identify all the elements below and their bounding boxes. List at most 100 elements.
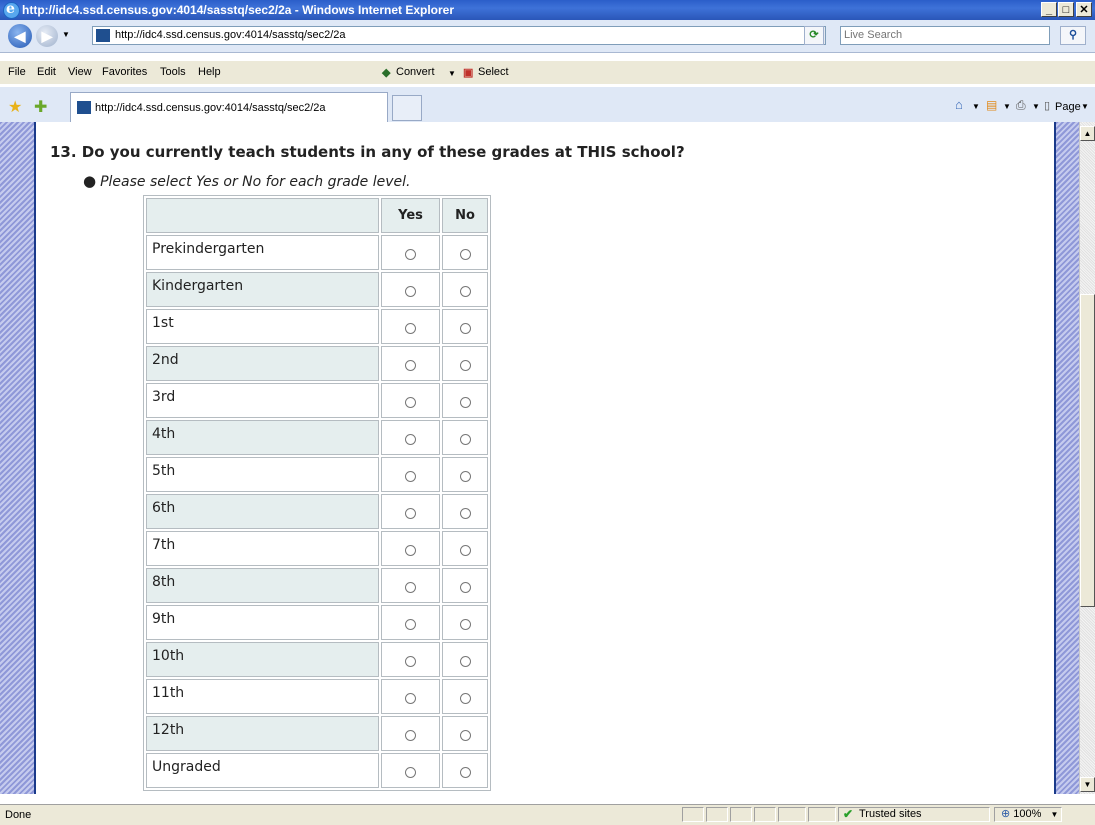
yes-radio[interactable] [405, 359, 416, 371]
yes-radio[interactable] [405, 470, 416, 482]
page-icon: ▯ [1044, 100, 1051, 112]
zoom-control[interactable]: ⊕ 100% ▼ [994, 807, 1062, 822]
recent-pages-dropdown-icon[interactable]: ▼ [62, 30, 70, 39]
table-row: 12th [146, 716, 488, 751]
yes-radio[interactable] [405, 729, 416, 741]
right-border-pattern [1056, 122, 1079, 794]
search-button[interactable]: ⚲ [1060, 26, 1086, 45]
grade-label: 3rd [146, 383, 379, 418]
question-text: 13. Do you currently teach students in a… [50, 143, 685, 161]
security-zone[interactable]: ✔ Trusted sites [838, 807, 990, 822]
yes-radio[interactable] [405, 396, 416, 408]
close-button[interactable]: ✕ [1076, 2, 1092, 17]
menu-tools[interactable]: Tools [160, 66, 186, 78]
status-pane [778, 807, 806, 822]
tab-bar: ★ ✚ http://idc4.ssd.census.gov:4014/sass… [0, 86, 1095, 124]
no-cell [442, 235, 488, 270]
back-button[interactable]: ◀ [8, 24, 32, 48]
yes-radio[interactable] [405, 618, 416, 630]
select-button[interactable]: Select [478, 66, 509, 78]
table-row: 4th [146, 420, 488, 455]
scroll-thumb[interactable] [1080, 294, 1095, 607]
home-dropdown-icon[interactable]: ▼ [972, 102, 980, 111]
yes-radio[interactable] [405, 322, 416, 334]
zone-label: Trusted sites [859, 808, 922, 820]
grade-label: 5th [146, 457, 379, 492]
favorites-star-icon[interactable]: ★ [8, 97, 22, 117]
yes-radio[interactable] [405, 544, 416, 556]
vertical-scrollbar[interactable]: ▲ ▼ [1079, 122, 1095, 794]
yes-cell [381, 420, 440, 455]
feeds-icon[interactable]: ▤ [986, 98, 997, 112]
no-cell [442, 309, 488, 344]
forward-button[interactable]: ▶ [36, 25, 58, 47]
menu-edit[interactable]: Edit [37, 66, 56, 78]
table-row: 7th [146, 531, 488, 566]
table-row: 3rd [146, 383, 488, 418]
status-pane [682, 807, 704, 822]
yes-radio[interactable] [405, 507, 416, 519]
no-radio[interactable] [459, 729, 471, 741]
search-box[interactable] [840, 26, 1050, 45]
scroll-up-button[interactable]: ▲ [1080, 126, 1095, 141]
home-icon[interactable]: ⌂ [955, 97, 963, 112]
no-radio[interactable] [459, 766, 471, 778]
status-bar: Done ✔ Trusted sites ⊕ 100% ▼ [0, 804, 1095, 825]
no-radio[interactable] [459, 655, 471, 667]
instruction-text: ● Please select Yes or No for each grade … [83, 172, 410, 190]
maximize-button[interactable]: □ [1058, 2, 1074, 17]
address-url[interactable]: http://idc4.ssd.census.gov:4014/sasstq/s… [115, 29, 346, 41]
no-radio[interactable] [459, 544, 471, 556]
header-grade [146, 198, 379, 233]
yes-radio[interactable] [405, 655, 416, 667]
no-radio[interactable] [459, 433, 471, 445]
window-title: http://idc4.ssd.census.gov:4014/sasstq/s… [22, 3, 455, 17]
menu-favorites[interactable]: Favorites [102, 66, 147, 78]
no-radio[interactable] [459, 618, 471, 630]
new-tab-button[interactable] [392, 95, 422, 121]
page-dropdown-icon[interactable]: ▼ [1081, 102, 1089, 111]
print-icon[interactable]: ⎙ [1016, 98, 1026, 113]
address-toolbar: ◀ ▶ ▼ http://idc4.ssd.census.gov:4014/sa… [0, 20, 1095, 53]
yes-radio[interactable] [405, 248, 416, 260]
no-radio[interactable] [459, 322, 471, 334]
convert-button[interactable]: Convert [396, 66, 435, 78]
no-cell [442, 494, 488, 529]
yes-radio[interactable] [405, 581, 416, 593]
left-border-line [34, 122, 36, 794]
yes-cell [381, 457, 440, 492]
refresh-button[interactable]: ⟳ [804, 26, 824, 45]
grade-label: 4th [146, 420, 379, 455]
yes-cell [381, 605, 440, 640]
menu-file[interactable]: File [8, 66, 26, 78]
feeds-dropdown-icon[interactable]: ▼ [1003, 102, 1011, 111]
yes-radio[interactable] [405, 433, 416, 445]
address-bar[interactable]: http://idc4.ssd.census.gov:4014/sasstq/s… [92, 26, 812, 45]
search-input[interactable] [844, 29, 1044, 41]
menu-view[interactable]: View [68, 66, 92, 78]
status-text: Done [5, 809, 32, 821]
zoom-dropdown-icon[interactable]: ▼ [1050, 810, 1058, 819]
print-dropdown-icon[interactable]: ▼ [1032, 102, 1040, 111]
no-radio[interactable] [459, 285, 471, 297]
add-favorite-icon[interactable]: ✚ [34, 97, 47, 117]
no-radio[interactable] [459, 248, 471, 260]
yes-radio[interactable] [405, 766, 416, 778]
no-radio[interactable] [459, 692, 471, 704]
convert-dropdown-icon[interactable]: ▼ [448, 69, 456, 78]
no-radio[interactable] [459, 581, 471, 593]
header-no: No [442, 198, 488, 233]
page-menu[interactable]: Page [1055, 101, 1081, 113]
tab-current[interactable]: http://idc4.ssd.census.gov:4014/sasstq/s… [70, 92, 388, 122]
yes-radio[interactable] [405, 692, 416, 704]
table-row: 6th [146, 494, 488, 529]
yes-radio[interactable] [405, 285, 416, 297]
no-radio[interactable] [459, 507, 471, 519]
no-radio[interactable] [459, 396, 471, 408]
menu-help[interactable]: Help [198, 66, 221, 78]
minimize-button[interactable]: _ [1041, 2, 1057, 17]
table-row: 2nd [146, 346, 488, 381]
no-radio[interactable] [459, 470, 471, 482]
scroll-down-button[interactable]: ▼ [1080, 777, 1095, 792]
no-radio[interactable] [459, 359, 471, 371]
